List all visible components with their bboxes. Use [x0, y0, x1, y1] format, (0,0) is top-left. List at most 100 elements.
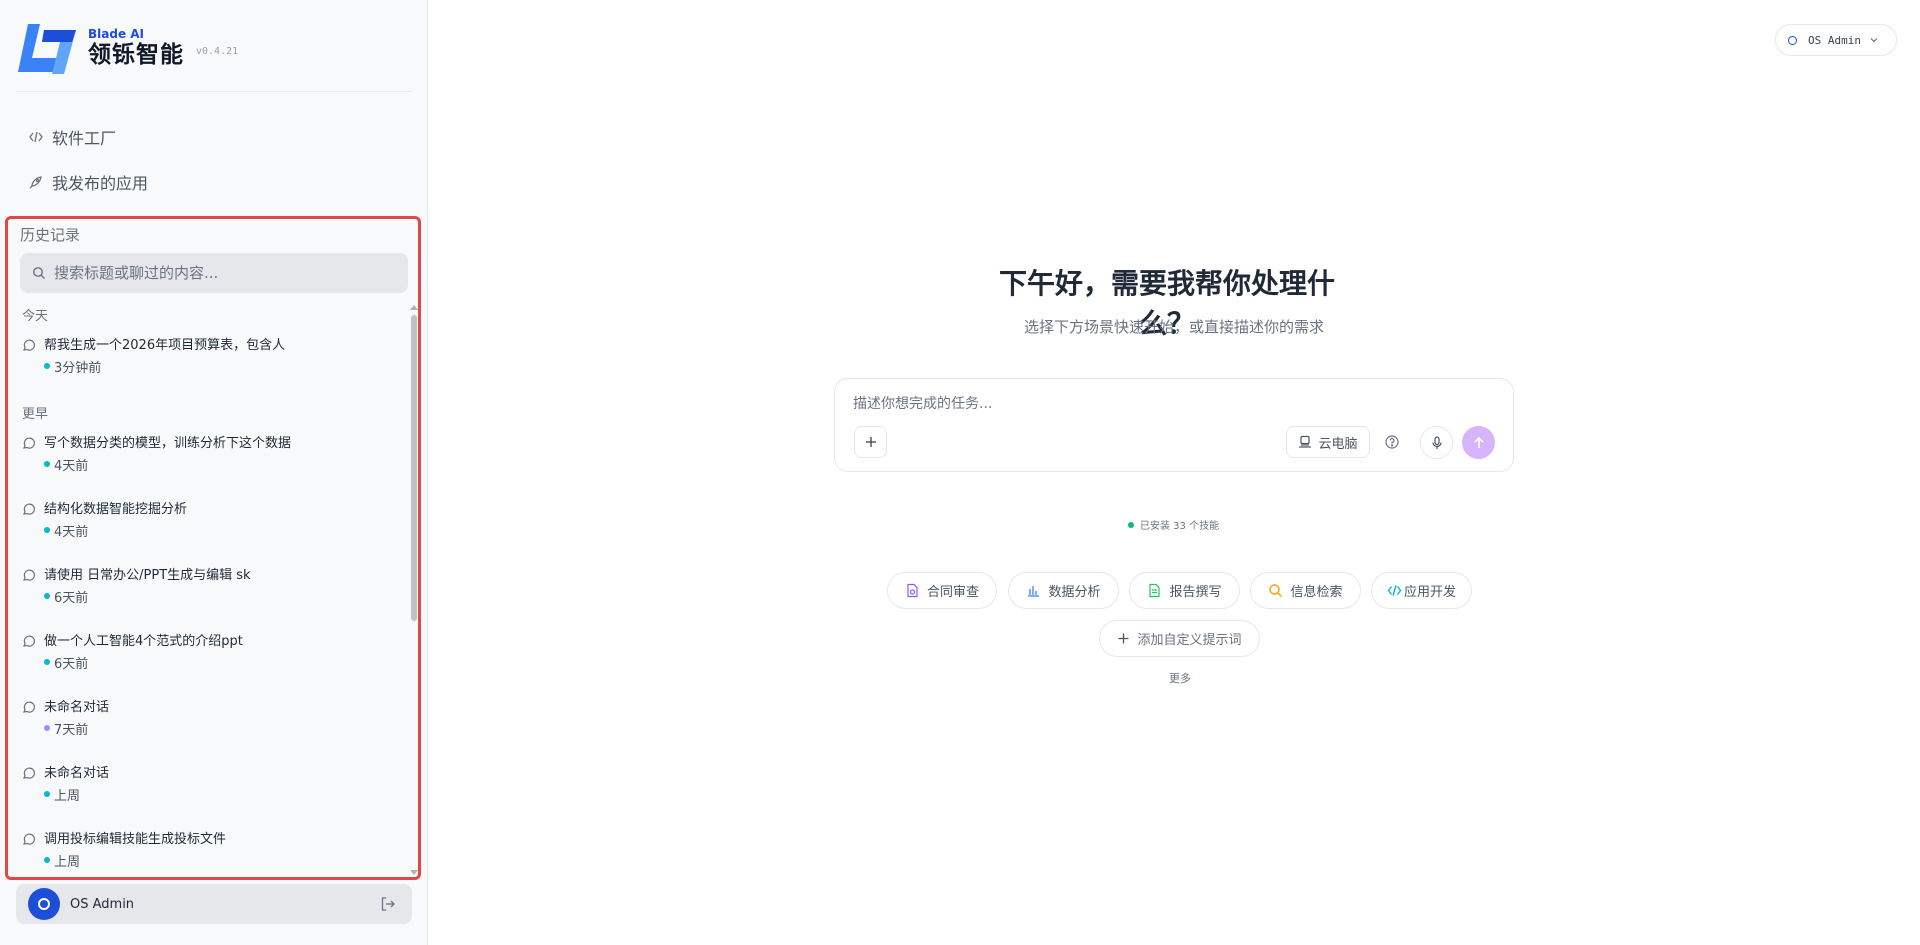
document-icon [1147, 583, 1162, 598]
history-item[interactable]: 未命名对话 7天前 [22, 695, 402, 755]
nav-label: 软件工厂 [52, 129, 117, 148]
add-custom-prompt-button[interactable]: 添加自定义提示词 [1099, 620, 1260, 657]
history-title: 历史记录 [20, 226, 81, 244]
history-item-time: 4天前 [54, 459, 89, 474]
divider [16, 91, 412, 92]
status-dot [44, 725, 50, 731]
status-dot [44, 593, 50, 599]
app-root: Blade AI 领铄智能 v0.4.21 软件工厂 我发布的应用 历史记录 搜… [0, 0, 1920, 945]
chevron-down-icon [1869, 35, 1879, 45]
chip-label: 应用开发 [1403, 585, 1456, 600]
plus-icon [865, 437, 876, 447]
chip-contract-review[interactable]: 合同审查 [887, 572, 997, 609]
history-item-time: 上周 [54, 855, 81, 870]
history-item-time: 6天前 [54, 591, 89, 606]
history-item-time: 上周 [54, 789, 81, 804]
brand[interactable]: Blade AI 领铄智能 v0.4.21 [18, 18, 238, 78]
history-item-title: 未命名对话 [44, 700, 110, 715]
chip-data-analysis[interactable]: 数据分析 [1008, 572, 1119, 609]
scroll-up-icon[interactable] [410, 305, 418, 310]
history-item[interactable]: 请使用 日常办公/PPT生成与编辑 sk 6天前 [22, 563, 402, 623]
account-menu-button[interactable]: OS Admin [1775, 24, 1897, 56]
user-profile-bar[interactable]: OS Admin [16, 884, 412, 924]
nav-software-factory[interactable]: 软件工厂 [16, 118, 412, 156]
chip-app-development[interactable]: 应用开发 [1371, 572, 1472, 609]
user-name: OS Admin [70, 896, 135, 912]
status-dot [44, 527, 50, 533]
history-scrollbar[interactable] [409, 305, 419, 875]
history-item[interactable]: 写个数据分类的模型，训练分析下这个数据 4天前 [22, 431, 402, 491]
status-dot [44, 659, 50, 665]
history-item[interactable]: 做一个人工智能4个范式的介绍ppt 6天前 [22, 629, 402, 689]
code-icon [1387, 583, 1402, 598]
task-input[interactable] [853, 393, 1453, 415]
chat-bubble-icon [22, 567, 36, 581]
version-label: v0.4.21 [196, 45, 239, 57]
skills-count-text: 已安装 33 个技能 [1140, 521, 1220, 532]
chip-label: 报告撰写 [1169, 585, 1222, 600]
add-prompt-label: 添加自定义提示词 [1137, 633, 1242, 648]
brand-text: Blade AI 领铄智能 [88, 27, 184, 69]
sidebar: Blade AI 领铄智能 v0.4.21 软件工厂 我发布的应用 历史记录 搜… [0, 0, 428, 945]
cloud-pc-label: 云电脑 [1318, 436, 1358, 452]
microphone-button[interactable] [1420, 426, 1453, 459]
history-panel: 历史记录 今天 帮我生成一个2026年项目预算表，包含人 3分钟前 更早 [5, 216, 421, 880]
chat-bubble-icon [22, 831, 36, 845]
chat-bubble-icon [22, 633, 36, 647]
code-icon [28, 129, 44, 145]
history-item-title: 做一个人工智能4个范式的介绍ppt [44, 634, 243, 649]
chip-report-writing[interactable]: 报告撰写 [1129, 572, 1240, 609]
computer-icon [1298, 435, 1312, 449]
history-item-title: 调用投标编辑技能生成投标文件 [44, 832, 227, 847]
greeting-subtitle: 选择下方场景快速开始，或直接描述你的需求 [1023, 318, 1324, 336]
history-item-title: 写个数据分类的模型，训练分析下这个数据 [44, 436, 292, 451]
help-icon[interactable] [1384, 434, 1400, 450]
history-item-time: 7天前 [54, 723, 89, 738]
blade-logo-icon [18, 20, 78, 76]
status-dot [44, 791, 50, 797]
history-item[interactable]: 未命名对话 上周 [22, 761, 402, 821]
history-item-title: 结构化数据智能挖掘分析 [44, 502, 188, 517]
chat-bubble-icon [22, 337, 36, 351]
history-item-title: 帮我生成一个2026年项目预算表，包含人 [44, 338, 286, 353]
brand-name: 领铄智能 [88, 42, 184, 68]
chip-label: 数据分析 [1048, 585, 1101, 600]
history-item-time: 6天前 [54, 657, 89, 672]
search-icon [32, 266, 46, 280]
chat-bubble-icon [22, 501, 36, 515]
chat-bubble-icon [22, 699, 36, 713]
history-search-input[interactable] [54, 264, 394, 282]
search-icon [1268, 583, 1283, 598]
history-item-title: 未命名对话 [44, 766, 110, 781]
microphone-icon [1431, 435, 1442, 449]
chat-composer: 云电脑 [834, 378, 1514, 472]
more-link[interactable]: 更多 [1160, 670, 1200, 686]
rocket-icon [28, 174, 44, 190]
contract-icon [905, 583, 920, 598]
history-item[interactable]: 帮我生成一个2026年项目预算表，包含人 3分钟前 [22, 333, 402, 393]
chip-label: 信息检索 [1290, 585, 1343, 600]
attach-button[interactable] [854, 426, 887, 458]
nav-my-apps[interactable]: 我发布的应用 [16, 163, 412, 201]
history-item[interactable]: 结构化数据智能挖掘分析 4天前 [22, 497, 402, 557]
brand-subtitle: Blade AI [88, 27, 145, 41]
history-item[interactable]: 调用投标编辑技能生成投标文件 上周 [22, 827, 402, 877]
group-label-today: 今天 [22, 309, 49, 324]
status-dot [44, 461, 50, 467]
chat-bubble-icon [22, 435, 36, 449]
scroll-down-icon[interactable] [410, 870, 418, 875]
logout-icon[interactable] [380, 896, 396, 912]
plus-icon [1117, 632, 1130, 645]
history-search[interactable] [20, 253, 408, 293]
chip-label: 合同审查 [926, 585, 979, 600]
status-dot [44, 363, 50, 369]
status-dot [1128, 521, 1134, 528]
send-button[interactable] [1462, 426, 1495, 459]
history-item-time: 4天前 [54, 525, 89, 540]
group-label-earlier: 更早 [22, 407, 49, 422]
cloud-pc-button[interactable]: 云电脑 [1286, 426, 1370, 458]
avatar [28, 888, 60, 920]
scroll-thumb[interactable] [411, 315, 417, 621]
account-name: OS Admin [1808, 33, 1861, 47]
chip-info-retrieval[interactable]: 信息检索 [1250, 572, 1361, 609]
